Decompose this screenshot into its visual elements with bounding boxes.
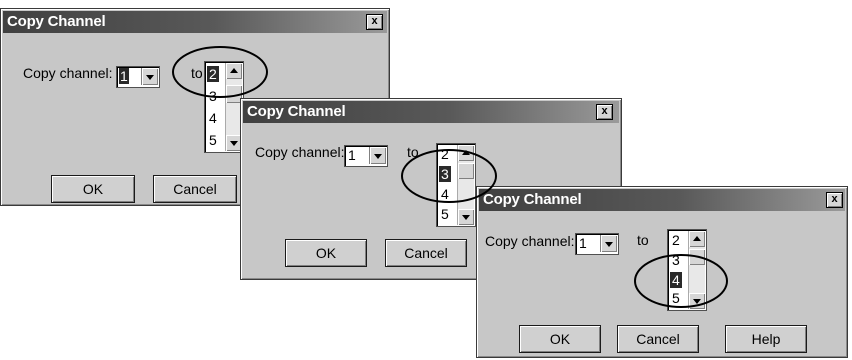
chevron-down-icon	[374, 154, 382, 159]
copy-channel-label: Copy channel:	[485, 233, 575, 249]
cancel-button[interactable]: Cancel	[153, 175, 237, 203]
scroll-up-button[interactable]	[689, 231, 705, 247]
list-scrollbar[interactable]	[688, 231, 705, 309]
target-channel-list[interactable]: 2 3 4 5	[436, 143, 476, 227]
list-item[interactable]: 4	[670, 272, 682, 288]
list-item[interactable]: 2	[439, 146, 451, 162]
list-item[interactable]: 4	[439, 186, 451, 202]
title-bar[interactable]: Copy Channel x	[479, 189, 845, 211]
copy-channel-dialog-3: Copy Channel x Copy channel: 1 to 2 3 4 …	[476, 186, 848, 358]
arrow-down-icon	[230, 141, 238, 146]
arrow-down-icon	[462, 215, 470, 220]
close-icon[interactable]: x	[366, 14, 383, 30]
ok-button[interactable]: OK	[519, 325, 601, 353]
close-icon[interactable]: x	[826, 192, 843, 208]
to-label: to	[191, 65, 203, 81]
source-channel-value: 1	[119, 68, 129, 84]
source-channel-value: 1	[579, 235, 587, 251]
cancel-button[interactable]: Cancel	[617, 325, 699, 353]
dialog-title: Copy Channel	[483, 191, 582, 208]
help-button[interactable]: Help	[725, 325, 807, 353]
arrow-up-icon	[230, 68, 238, 73]
list-item[interactable]: 3	[670, 252, 682, 268]
target-channel-list[interactable]: 2 3 4 5	[667, 229, 707, 311]
copy-channel-label: Copy channel:	[255, 144, 345, 160]
list-item[interactable]: 5	[439, 206, 451, 222]
scroll-thumb[interactable]	[689, 249, 705, 265]
arrow-down-icon	[693, 299, 701, 304]
source-channel-select[interactable]: 1	[575, 233, 619, 255]
arrow-up-icon	[693, 236, 701, 241]
list-item[interactable]: 4	[207, 110, 219, 126]
scroll-down-button[interactable]	[689, 293, 705, 309]
copy-channel-label: Copy channel:	[23, 65, 113, 81]
dialog-title: Copy Channel	[247, 103, 346, 120]
close-icon[interactable]: x	[596, 104, 613, 120]
title-bar[interactable]: Copy Channel x	[243, 101, 619, 123]
target-channel-list[interactable]: 2 3 4 5	[204, 61, 244, 153]
title-bar[interactable]: Copy Channel x	[3, 11, 387, 33]
list-item[interactable]: 5	[670, 290, 682, 306]
list-item[interactable]: 3	[207, 88, 219, 104]
ok-button[interactable]: OK	[51, 175, 135, 203]
dropdown-button[interactable]	[141, 68, 158, 85]
chevron-down-icon	[146, 75, 154, 80]
arrow-up-icon	[462, 150, 470, 155]
ok-button[interactable]: OK	[285, 239, 367, 267]
to-label: to	[407, 144, 419, 160]
cancel-button[interactable]: Cancel	[385, 239, 467, 267]
source-channel-select[interactable]: 1	[344, 145, 388, 167]
dialog-title: Copy Channel	[7, 13, 106, 30]
scroll-up-button[interactable]	[226, 63, 242, 79]
scroll-up-button[interactable]	[458, 145, 474, 161]
scroll-down-button[interactable]	[458, 209, 474, 225]
list-item[interactable]: 2	[670, 232, 682, 248]
chevron-down-icon	[605, 242, 613, 247]
dropdown-button[interactable]	[369, 147, 386, 164]
dropdown-button[interactable]	[600, 235, 617, 252]
list-item[interactable]: 2	[207, 66, 219, 82]
list-item[interactable]: 5	[207, 132, 219, 148]
list-scrollbar[interactable]	[457, 145, 474, 225]
source-channel-select[interactable]: 1	[116, 66, 160, 88]
scroll-thumb[interactable]	[458, 163, 474, 179]
to-label: to	[637, 232, 649, 248]
source-channel-value: 1	[348, 147, 356, 163]
list-item[interactable]: 3	[439, 166, 451, 182]
